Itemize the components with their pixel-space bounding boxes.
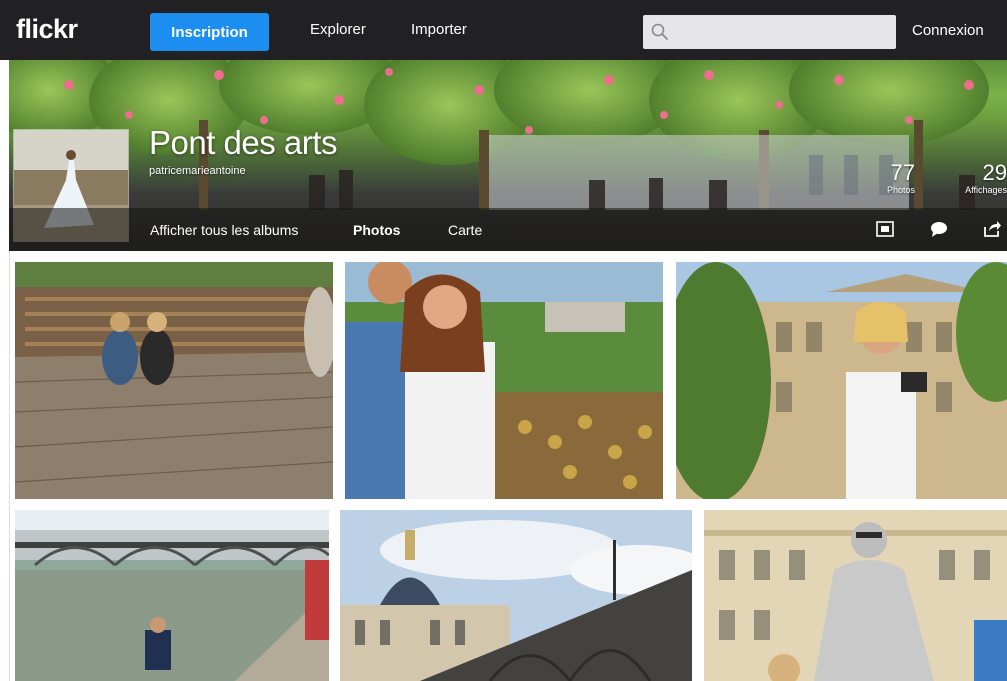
photo-tile[interactable] [704, 510, 1007, 681]
tab-map[interactable]: Carte [448, 222, 482, 238]
views-count-label: Affichages [965, 185, 1007, 195]
tab-photos[interactable]: Photos [353, 222, 400, 238]
signup-button[interactable]: Inscription [150, 13, 269, 51]
search-icon[interactable] [651, 23, 669, 41]
photos-count-stat: 77 Photos [875, 160, 915, 195]
slideshow-icon[interactable] [876, 220, 894, 238]
album-owner-link[interactable]: patricemarieantoine [149, 165, 246, 177]
views-count-stat: 29 Affichages [953, 160, 1007, 195]
share-icon[interactable] [983, 220, 1001, 238]
album-title: Pont des arts [149, 124, 337, 161]
login-link[interactable]: Connexion [912, 22, 984, 39]
photo-tile[interactable] [676, 262, 1007, 499]
photo-tile[interactable] [340, 510, 692, 681]
photo-tile[interactable] [345, 262, 663, 499]
view-all-albums-link[interactable]: Afficher tous les albums [150, 222, 298, 238]
views-count: 29 [982, 160, 1007, 185]
top-navigation-bar: flickr Inscription Explorer Importer Con… [0, 0, 1007, 60]
photo-tile[interactable] [15, 510, 329, 681]
album-header: Pont des arts patricemarieantoine 77 Pho… [9, 60, 1007, 251]
photos-count-label: Photos [886, 185, 915, 195]
search-input[interactable] [675, 19, 885, 45]
page-divider [9, 251, 10, 681]
nav-upload-link[interactable]: Importer [411, 21, 467, 38]
search-box[interactable] [643, 15, 896, 49]
photo-tile[interactable] [15, 262, 333, 499]
photos-count: 77 [890, 160, 915, 185]
album-subnav: Afficher tous les albums Photos Carte [9, 208, 1007, 251]
flickr-logo[interactable]: flickr [16, 14, 78, 45]
comment-icon[interactable] [930, 220, 948, 238]
nav-explore-link[interactable]: Explorer [310, 21, 366, 38]
